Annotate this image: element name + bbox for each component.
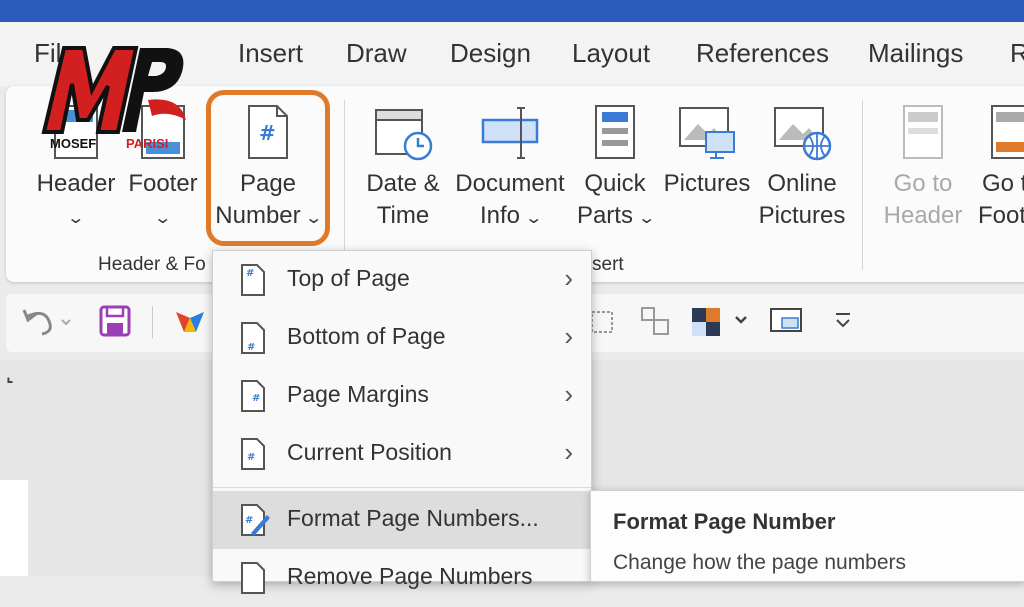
screen-picture-icon[interactable] — [768, 304, 804, 338]
page-number-highlight — [206, 90, 330, 246]
submenu-arrow-icon: › — [564, 437, 573, 467]
quick-parts-label-line2: Parts — [576, 202, 633, 229]
page-top-icon: # — [241, 264, 265, 296]
align-objects-icon[interactable] — [638, 304, 672, 338]
copilot-icon[interactable] — [174, 308, 206, 336]
menu-item-current-position[interactable]: # Current Position › — [213, 425, 591, 483]
header-label: Header — [36, 170, 116, 197]
pictures-icon — [679, 107, 735, 159]
toolbar-divider — [152, 306, 153, 338]
tab-review[interactable]: R — [1010, 38, 1024, 69]
format-page-numbers-icon: # — [241, 504, 270, 536]
page-current-icon: # — [241, 438, 265, 470]
document-info-label-line2: Info — [479, 202, 520, 229]
menu-item-remove-page-numbers[interactable]: Remove Page Numbers — [213, 549, 591, 607]
document-info-label-line1: Document — [455, 170, 565, 197]
go-to-footer-label-line2: Foot — [978, 202, 1024, 229]
go-to-header-label-line2: Header — [883, 202, 963, 229]
color-blocks-icon[interactable] — [690, 306, 722, 338]
tab-mailings[interactable]: Mailings — [868, 38, 963, 69]
calendar-clock-icon — [375, 109, 433, 161]
menu-item-bottom-of-page[interactable]: # Bottom of Page › — [213, 309, 591, 367]
page-bottom-icon: # — [241, 322, 265, 354]
group-divider — [344, 100, 345, 250]
menu-item-label: Top of Page — [287, 265, 410, 291]
menu-item-label: Page Margins — [287, 381, 429, 407]
watermark-logo: MOSEF PARISI — [40, 40, 190, 160]
save-icon[interactable] — [98, 304, 132, 338]
online-pictures-button[interactable]: Online Pictures — [756, 104, 848, 232]
vertical-ruler — [0, 480, 28, 576]
tooltip: Format Page Number Change how the page n… — [590, 490, 1024, 582]
go-to-footer-label-line1: Go t — [982, 170, 1024, 197]
watermark-text: MOSEF — [50, 136, 97, 151]
document-info-icon — [481, 107, 539, 159]
go-to-footer-icon — [991, 105, 1024, 159]
chevron-down-icon[interactable] — [734, 314, 748, 326]
svg-text:#: # — [246, 268, 254, 279]
tooltip-description: Change how the page numbers — [613, 551, 907, 574]
submenu-arrow-icon: › — [564, 321, 573, 351]
menu-item-label: Format Page Numbers... — [287, 505, 539, 531]
svg-text:#: # — [252, 393, 260, 404]
customize-toolbar-icon[interactable] — [832, 308, 854, 332]
menu-item-top-of-page[interactable]: # Top of Page › — [213, 251, 591, 309]
tab-selector[interactable]: ⌞ — [6, 366, 14, 386]
tab-references[interactable]: References — [696, 38, 829, 69]
group-objects-icon[interactable] — [588, 306, 616, 338]
chevron-down-icon: ⌄ — [523, 210, 543, 227]
date-time-label-line2: Time — [376, 202, 430, 229]
chevron-down-icon: ⌄ — [153, 210, 173, 227]
document-info-button[interactable]: Document Info ⌄ — [452, 104, 568, 235]
page-number-dropdown: # Top of Page › # Bottom of Page › # Pag… — [212, 250, 592, 594]
online-pictures-label-line1: Online — [767, 170, 837, 197]
online-pictures-icon — [774, 107, 832, 161]
svg-text:#: # — [247, 342, 255, 353]
quick-parts-button[interactable]: Quick Parts ⌄ — [572, 104, 658, 235]
submenu-arrow-icon: › — [564, 379, 573, 409]
tab-layout[interactable]: Layout — [572, 38, 650, 69]
menu-item-format-page-numbers[interactable]: # Format Page Numbers... — [213, 491, 591, 549]
online-pictures-label-line2: Pictures — [758, 202, 846, 229]
date-time-button[interactable]: Date & Time — [358, 104, 448, 232]
pictures-button[interactable]: Pictures — [662, 104, 752, 200]
group-label-insert: sert — [592, 254, 624, 275]
group-divider — [862, 100, 863, 270]
tab-design[interactable]: Design — [450, 38, 531, 69]
menu-divider — [213, 487, 591, 488]
footer-label: Footer — [128, 170, 198, 197]
quick-parts-label-line1: Quick — [584, 170, 646, 197]
group-label-header-footer: Header & Fo — [98, 254, 206, 275]
watermark-text: PARISI — [126, 136, 169, 151]
chevron-down-icon: ⌄ — [636, 210, 656, 227]
go-to-footer-button[interactable]: Go t Foot — [976, 104, 1024, 232]
tab-draw[interactable]: Draw — [346, 38, 407, 69]
menu-item-label: Remove Page Numbers — [287, 563, 533, 589]
quick-parts-icon — [595, 105, 635, 159]
svg-text:#: # — [245, 515, 253, 526]
undo-icon[interactable] — [20, 306, 72, 338]
pictures-label: Pictures — [663, 170, 751, 197]
go-to-header-icon — [903, 105, 943, 159]
title-bar — [0, 0, 1024, 22]
submenu-arrow-icon: › — [564, 263, 573, 293]
go-to-header-button[interactable]: Go to Header — [878, 104, 968, 232]
go-to-header-label-line1: Go to — [893, 170, 953, 197]
mp-logo-icon — [41, 46, 186, 134]
tab-insert[interactable]: Insert — [238, 38, 303, 69]
menu-item-label: Current Position — [287, 439, 452, 465]
svg-text:#: # — [247, 452, 255, 463]
chevron-down-icon: ⌄ — [66, 210, 86, 227]
tooltip-title: Format Page Number — [613, 509, 836, 534]
page-margin-icon: # — [241, 380, 265, 412]
date-time-label-line1: Date & — [366, 170, 440, 197]
menu-item-page-margins[interactable]: # Page Margins › — [213, 367, 591, 425]
remove-page-numbers-icon — [241, 562, 265, 594]
menu-item-label: Bottom of Page — [287, 323, 446, 349]
